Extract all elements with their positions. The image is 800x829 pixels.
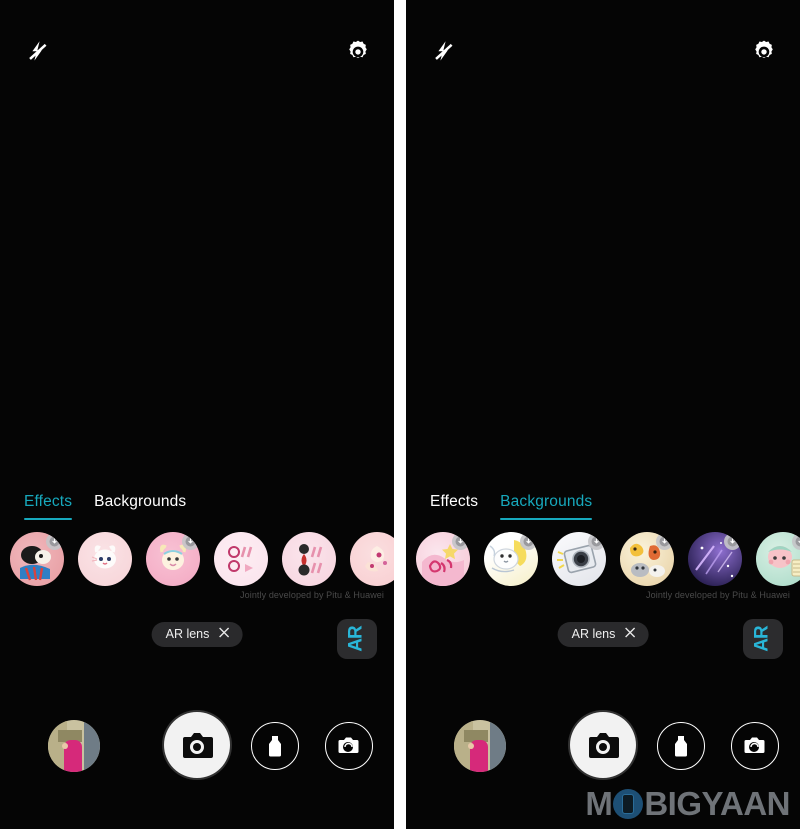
effects-tab-bar: Effects Backgrounds [406,486,800,520]
flash-off-icon[interactable] [22,37,52,67]
flash-off-icon[interactable] [428,37,458,67]
gallery-thumbnail[interactable] [454,720,506,772]
shutter-button[interactable] [570,712,636,778]
camera-controls [406,712,800,790]
phone-icon [613,789,644,819]
panel-divider [394,0,406,829]
ar-button-label: AR [345,626,367,652]
effect-thumb-1[interactable] [10,532,64,586]
effects-tab-bar: Effects Backgrounds [0,486,394,520]
background-thumb-1[interactable] [416,532,470,586]
phone-screenshot-right: Effects Backgrounds Jointly developed by… [406,0,800,829]
ar-lens-chip[interactable]: AR lens [151,622,243,647]
background-thumb-3[interactable] [552,532,606,586]
camera-switch-button[interactable] [325,722,373,770]
ar-toggle-button[interactable]: AR [337,619,377,659]
gear-icon[interactable] [344,38,372,66]
shutter-button[interactable] [164,712,230,778]
camera-switch-button[interactable] [731,722,779,770]
camera-controls [0,712,394,790]
background-thumb-4[interactable] [620,532,674,586]
background-thumb-6[interactable] [756,532,800,586]
filter-button[interactable] [657,722,705,770]
watermark-text-before: M [585,785,613,822]
screenshot-stage: Effects Backgrounds Jointly developed by… [0,0,800,829]
background-thumb-5[interactable] [688,532,742,586]
download-badge[interactable] [588,533,605,550]
close-icon[interactable] [218,627,229,641]
effects-panel: Effects Backgrounds Jointly developed by… [406,486,800,611]
download-badge[interactable] [724,533,741,550]
camera-top-bar [0,0,394,104]
close-icon[interactable] [624,627,635,641]
ar-lens-row: AR lens AR [0,619,394,666]
gear-icon[interactable] [750,38,778,66]
download-badge[interactable] [520,533,537,550]
download-badge[interactable] [182,533,199,550]
watermark-text-after: BIGYAAN [644,785,790,822]
ar-lens-label: AR lens [571,627,616,641]
tab-backgrounds[interactable]: Backgrounds [500,493,593,520]
ar-lens-label: AR lens [165,627,210,641]
effect-thumb-6[interactable] [350,532,394,586]
attribution-text: Jointly developed by Pitu & Huawei [646,590,790,600]
tab-effects[interactable]: Effects [24,493,73,520]
download-badge[interactable] [452,533,469,550]
ar-toggle-button[interactable]: AR [743,619,783,659]
filter-button[interactable] [251,722,299,770]
ar-lens-row: AR lens AR [406,619,800,666]
background-thumb-2[interactable] [484,532,538,586]
download-badge[interactable] [46,533,63,550]
download-badge[interactable] [656,533,673,550]
effect-thumb-3[interactable] [146,532,200,586]
backgrounds-thumbnail-row[interactable] [406,528,800,590]
effect-thumb-5[interactable] [282,532,336,586]
tab-effects[interactable]: Effects [430,493,478,520]
effects-thumbnail-row[interactable] [0,528,394,590]
effect-thumb-2[interactable] [78,532,132,586]
effects-panel: Effects Backgrounds Jointly developed by… [0,486,394,611]
mobigyaan-watermark: M BIGYAAN [585,785,790,823]
ar-lens-chip[interactable]: AR lens [557,622,649,647]
effect-thumb-4[interactable] [214,532,268,586]
tab-backgrounds[interactable]: Backgrounds [94,493,186,520]
attribution-text: Jointly developed by Pitu & Huawei [240,590,384,600]
phone-screenshot-left: Effects Backgrounds Jointly developed by… [0,0,394,829]
gallery-thumbnail[interactable] [48,720,100,772]
ar-button-label: AR [751,626,773,652]
camera-top-bar [406,0,800,104]
